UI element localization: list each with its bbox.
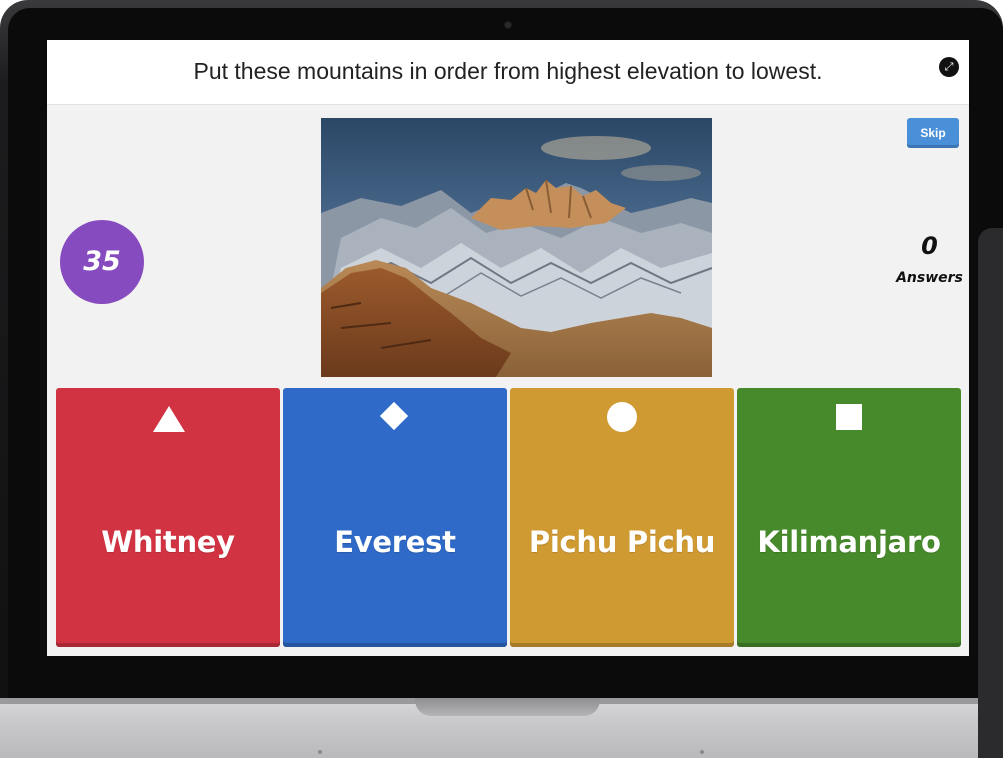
expand-icon[interactable]: ⤢ [939, 57, 959, 77]
answer-tile-yellow[interactable]: Pichu Pichu [510, 388, 734, 647]
triangle-icon [153, 406, 185, 432]
side-panel [978, 228, 1003, 758]
square-icon [836, 404, 862, 430]
answer-tile-green[interactable]: Kilimanjaro [737, 388, 961, 647]
answers-count: 0 [921, 232, 938, 260]
answers-label: Answers [896, 270, 963, 286]
question-bar: Put these mountains in order from highes… [47, 40, 969, 105]
question-image [321, 118, 712, 377]
answer-tile-blue[interactable]: Everest [283, 388, 507, 647]
question-text: Put these mountains in order from highes… [193, 58, 823, 84]
skip-button[interactable]: Skip [907, 118, 959, 148]
camera-icon [505, 22, 511, 28]
answer-tile-red[interactable]: Whitney [56, 388, 280, 647]
answer-label: Kilimanjaro [757, 525, 941, 559]
laptop-notch [415, 698, 600, 716]
laptop-foot [700, 750, 704, 754]
answer-label: Pichu Pichu [528, 525, 716, 559]
answer-label: Everest [334, 525, 456, 559]
answer-label: Whitney [101, 525, 235, 559]
laptop-foot [318, 750, 322, 754]
quiz-screen: Put these mountains in order from highes… [47, 40, 969, 656]
countdown-timer: 35 [60, 220, 144, 304]
diamond-icon [379, 401, 409, 431]
circle-icon [607, 402, 637, 432]
